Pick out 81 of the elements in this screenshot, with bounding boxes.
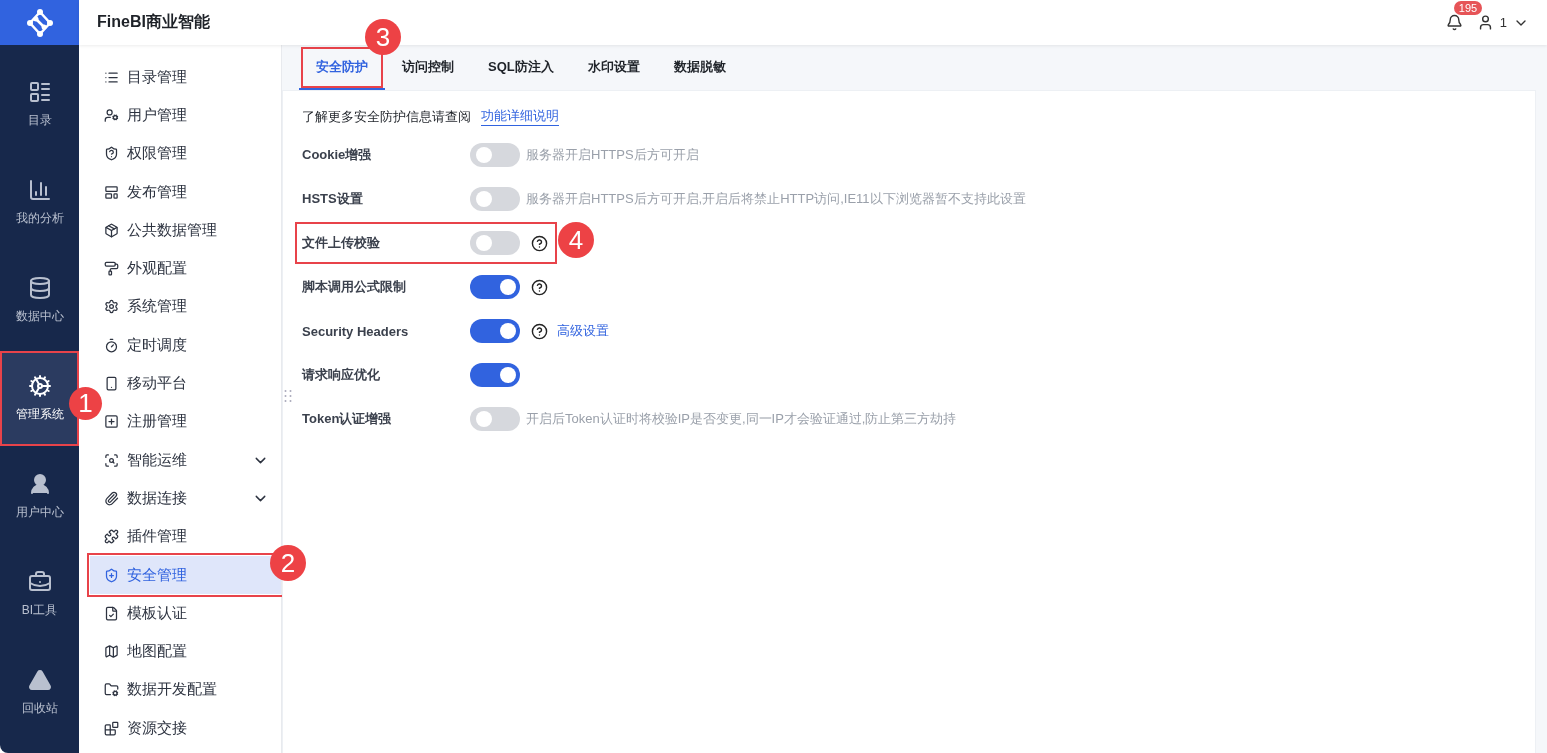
menu-item[interactable]: 公共数据管理 <box>104 211 281 250</box>
folder-icon <box>104 682 119 698</box>
puzzle-icon <box>104 529 119 545</box>
rail-item[interactable]: 管理系统 <box>0 351 79 446</box>
user-icon <box>104 107 119 123</box>
setting-label: 文件上传校验 <box>302 234 381 252</box>
timer-icon <box>104 337 119 353</box>
setting-note: 服务器开启HTTPS后方可开启 <box>526 146 699 164</box>
doc-link[interactable]: 功能详细说明 <box>481 107 559 126</box>
menu-item[interactable]: 定时调度 <box>104 326 281 365</box>
triangle-icon <box>27 668 52 692</box>
menu-item[interactable]: 智能运维 <box>104 440 281 480</box>
menu-item[interactable]: 注册管理 <box>104 402 281 441</box>
tab[interactable]: SQL防注入 <box>471 45 571 90</box>
menu-item[interactable]: 数据连接 <box>104 479 281 518</box>
rail-item[interactable]: 数据中心 <box>0 253 79 348</box>
setting-label: Security Headers <box>302 323 410 339</box>
file-check-icon <box>104 605 119 621</box>
tab[interactable]: 数据脱敏 <box>656 45 743 90</box>
list-icon <box>27 80 52 104</box>
package-icon <box>104 222 119 238</box>
toggle-switch[interactable] <box>470 407 520 431</box>
toggle-switch[interactable] <box>470 363 520 387</box>
plus-square-icon <box>104 414 119 430</box>
scan-icon <box>104 452 119 468</box>
notification-count: 195 <box>1453 1 1483 15</box>
setting-note: 服务器开启HTTPS后方可开启,开启后将禁止HTTP访问,IE11以下浏览器暂不支持此设置 <box>526 190 1026 208</box>
rail-item[interactable]: BI工具 <box>0 547 79 642</box>
menu-item[interactable]: 移动平台 <box>104 364 281 403</box>
logo-icon <box>24 7 55 38</box>
toggle-switch[interactable] <box>470 187 520 211</box>
tab[interactable]: 安全防护 <box>299 45 385 90</box>
menu-item[interactable]: 系统管理 <box>104 287 281 327</box>
paperclip-icon <box>104 490 119 506</box>
setting-label: Token认证增强 <box>302 410 393 428</box>
toggle-switch[interactable] <box>470 143 520 167</box>
advanced-link[interactable]: 高级设置 <box>557 322 609 340</box>
setting-label: 脚本调用公式限制 <box>302 278 407 296</box>
app-title: FineBI商业智能 <box>97 12 211 32</box>
notification-button[interactable] <box>1445 14 1463 31</box>
help-icon[interactable] <box>531 322 548 340</box>
toggle-switch[interactable] <box>470 231 520 255</box>
menu-item[interactable]: 目录管理 <box>104 58 281 97</box>
user-menu[interactable]: 1 <box>1476 14 1529 31</box>
help-icon[interactable] <box>531 234 548 252</box>
bar-chart-icon <box>27 178 52 202</box>
rail-item[interactable]: 我的分析 <box>0 155 79 250</box>
rail-item[interactable]: 回收站 <box>0 645 79 740</box>
menu-item[interactable]: 地图配置 <box>104 632 281 671</box>
layout-icon <box>104 184 119 200</box>
bell-icon <box>1445 14 1463 31</box>
settings-icon <box>104 299 119 315</box>
menu-item[interactable]: 数据开发配置 <box>104 670 281 710</box>
menu-item[interactable]: 发布管理 <box>104 172 281 212</box>
shield-plus-icon <box>104 567 119 583</box>
toolbox-icon <box>27 570 52 594</box>
menu-item[interactable]: 安全管理 <box>90 555 281 595</box>
help-icon[interactable] <box>531 278 548 296</box>
menu-item[interactable]: 用户管理 <box>104 96 281 135</box>
database-icon <box>27 276 52 300</box>
menu-item[interactable]: 模板认证 <box>104 594 281 633</box>
intro-text: 了解更多安全防护信息请查阅 <box>302 107 471 126</box>
settings-icon <box>27 374 52 398</box>
menu-item[interactable]: 权限管理 <box>104 134 281 173</box>
tab[interactable]: 水印设置 <box>570 45 657 90</box>
setting-label: HSTS设置 <box>302 190 364 208</box>
menu-item[interactable]: 外观配置 <box>104 249 281 288</box>
blocks-icon <box>104 720 119 736</box>
setting-label: Cookie增强 <box>302 146 373 164</box>
list-icon <box>104 69 119 85</box>
phone-icon <box>104 376 119 391</box>
paint-roller-icon <box>104 261 119 277</box>
callout-marker: 1 <box>69 387 102 420</box>
setting-label: 请求响应优化 <box>302 366 381 384</box>
shield-icon <box>104 146 119 162</box>
map-icon <box>104 644 119 660</box>
toggle-switch[interactable] <box>470 319 520 343</box>
toggle-switch[interactable] <box>470 275 520 299</box>
rail-item[interactable]: 用户中心 <box>0 449 79 544</box>
rail-item[interactable]: 目录 <box>0 57 79 152</box>
menu-item[interactable]: 资源交接 <box>104 709 281 748</box>
